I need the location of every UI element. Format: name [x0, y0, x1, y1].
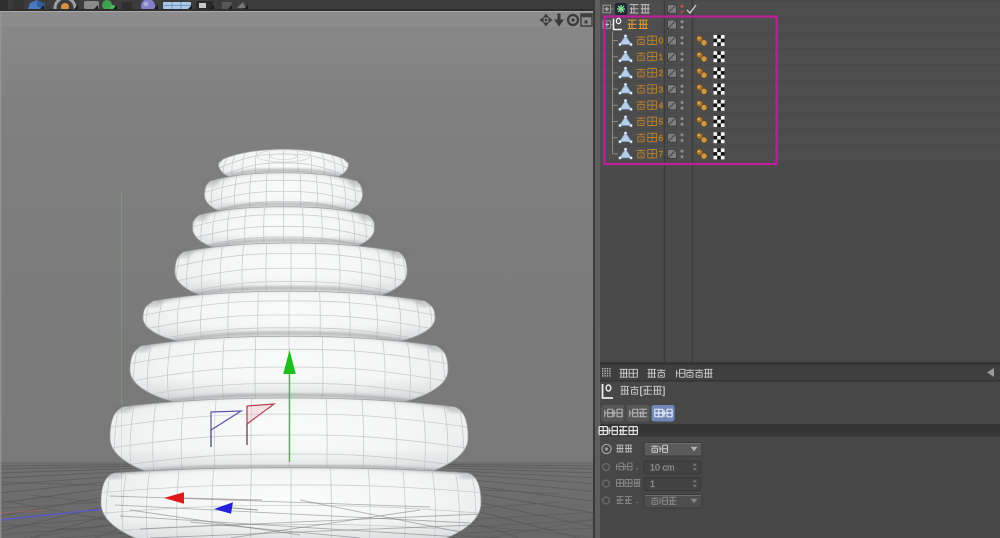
svg-text:]: ] [662, 385, 665, 397]
svg-text:3: 3 [659, 84, 664, 94]
svg-text:7: 7 [659, 149, 664, 159]
svg-text:[: [ [640, 385, 643, 397]
svg-text:10 cm: 10 cm [650, 463, 675, 473]
svg-text:5: 5 [659, 117, 664, 127]
svg-text:1: 1 [650, 479, 655, 489]
svg-text:0: 0 [659, 36, 664, 46]
svg-text:.: . [636, 495, 639, 505]
svg-text:.: . [636, 462, 639, 472]
svg-text:2: 2 [659, 68, 664, 78]
svg-text:4: 4 [659, 101, 664, 111]
svg-text:6: 6 [659, 133, 664, 143]
svg-text:1: 1 [659, 52, 664, 62]
